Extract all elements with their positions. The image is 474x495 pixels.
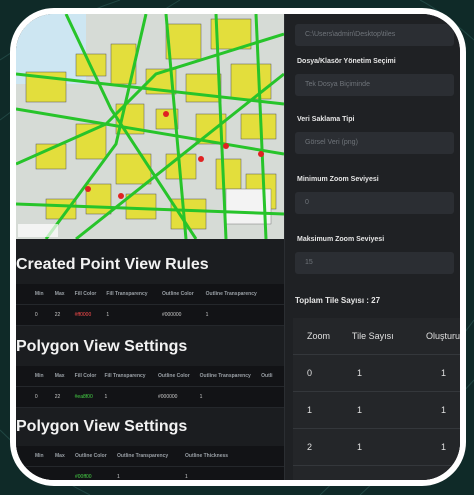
storage-type-label: Veri Saklama Tipi [297, 116, 355, 123]
table-header-cell: Min [34, 373, 44, 379]
tile-count-header: Tile Sayısı [351, 331, 394, 341]
table-cell: 22 [54, 312, 61, 318]
table-header-cell: Outline Color [161, 291, 194, 297]
map-attribution [18, 224, 58, 237]
table-header-cell: Outline Transparency [199, 373, 251, 379]
zoom-table: Zoom Tile Sayısı Oluşturu 0 1 1 1 1 1 2 … [293, 318, 460, 480]
table-row[interactable]: 0 1 1 [293, 355, 460, 392]
app-screen: Created Point View Rules Min Max Fill Co… [16, 14, 460, 480]
section-title-polygon-settings-2: Polygon View Settings [16, 418, 188, 435]
max-zoom-input[interactable]: 15 [295, 252, 454, 274]
tile-count-cell: 1 [357, 368, 363, 378]
table-cell: 1 [104, 394, 108, 400]
table-row[interactable]: 0 22 #ea8f00 1 #000000 1 [16, 387, 284, 408]
table-header-cell: Max [54, 373, 65, 379]
zoom-cell: 0 [307, 368, 313, 378]
table-header-cell: Min [35, 453, 44, 459]
table-cell: 0 [34, 394, 38, 400]
table-cell: 0 [34, 312, 38, 318]
table-row[interactable]: 3 1 1 [293, 466, 460, 486]
table-header-cell: Outline Thickness [185, 453, 229, 459]
map-view[interactable] [16, 14, 284, 239]
created-header: Oluşturu [425, 331, 460, 341]
table-cell: 22 [54, 394, 61, 400]
storage-type-select[interactable]: Görsel Veri (png) [295, 132, 454, 154]
min-zoom-input[interactable]: 0 [295, 192, 454, 214]
table-cell: 1 [199, 394, 203, 400]
output-path-input[interactable]: C:\Users\admin\Desktop\tiles [295, 24, 454, 46]
outline-color-cell: #000000 [161, 312, 182, 318]
right-panel: C:\Users\admin\Desktop\tiles Dosya/Klasö… [284, 14, 460, 480]
table-row[interactable]: 2 1 1 [293, 429, 460, 466]
table-cell: 1 [117, 474, 120, 480]
table-row[interactable]: 1 1 1 [293, 392, 460, 429]
table-header-cell: Fill Color [74, 373, 97, 379]
zoom-table-header: Zoom Tile Sayısı Oluşturu [293, 318, 460, 355]
fill-color-cell: #ff0000 [74, 312, 92, 318]
table-header-cell: Outli [261, 373, 273, 379]
table-header-cell: Fill Transparency [106, 291, 148, 297]
zoom-header: Zoom [307, 331, 331, 341]
tile-count-cell: 1 [357, 442, 363, 452]
table-header-cell: Fill Transparency [104, 373, 146, 379]
tile-count-cell: 1 [357, 405, 363, 415]
tile-count-text: Toplam Tile Sayısı : 27 [295, 296, 381, 305]
max-zoom-label: Maksimum Zoom Seviyesi [297, 236, 385, 243]
table-header-cell: Max [54, 291, 65, 297]
table-row[interactable]: 0 22 #ff0000 1 #000000 1 [16, 305, 284, 326]
table-header-cell: Outline Transparency [205, 291, 257, 297]
outline-color-cell: #000000 [158, 394, 178, 400]
polygon-outline-table: Min Max Outline Color Outline Transparen… [16, 446, 284, 480]
point-rules-table: Min Max Fill Color Fill Transparency Out… [16, 284, 284, 326]
left-panel: Created Point View Rules Min Max Fill Co… [16, 14, 284, 480]
created-cell: 1 [441, 405, 447, 415]
section-title-polygon-settings: Polygon View Settings [16, 338, 188, 355]
zoom-cell: 1 [307, 405, 313, 415]
created-cell: 1 [441, 368, 447, 378]
outline-color-cell: #00ff00 [75, 474, 92, 480]
file-mode-select[interactable]: Tek Dosya Biçiminde [295, 74, 454, 96]
device-frame: Created Point View Rules Min Max Fill Co… [10, 8, 466, 486]
table-row[interactable]: #00ff00 1 1 [16, 467, 284, 480]
table-header-cell: Max [55, 453, 65, 459]
table-cell: 1 [205, 312, 209, 318]
zoom-cell: 3 [307, 479, 313, 486]
table-cell: 1 [185, 474, 188, 480]
section-title-point-rules: Created Point View Rules [16, 256, 209, 273]
map-canvas[interactable] [16, 14, 284, 239]
table-cell: 1 [106, 312, 110, 318]
table-header-cell: Min [34, 291, 44, 297]
table-header-cell: Outline Color [75, 453, 107, 459]
fill-color-cell: #ea8f00 [74, 394, 93, 400]
table-header-row: Min Max Fill Color Fill Transparency Out… [16, 366, 284, 387]
min-zoom-label: Minimum Zoom Seviyesi [297, 176, 379, 183]
table-header-cell: Fill Color [74, 291, 97, 297]
file-mode-label: Dosya/Klasör Yönetim Seçimi [297, 58, 396, 65]
table-header-row: Min Max Fill Color Fill Transparency Out… [16, 284, 284, 305]
created-cell: 1 [441, 442, 447, 452]
table-header-row: Min Max Outline Color Outline Transparen… [16, 446, 284, 467]
table-header-cell: Outline Color [158, 373, 190, 379]
polygon-settings-table: Min Max Fill Color Fill Transparency Out… [16, 366, 284, 408]
tile-count-cell: 1 [357, 479, 363, 486]
zoom-cell: 2 [307, 442, 313, 452]
table-header-cell: Outline Transparency [117, 453, 169, 459]
